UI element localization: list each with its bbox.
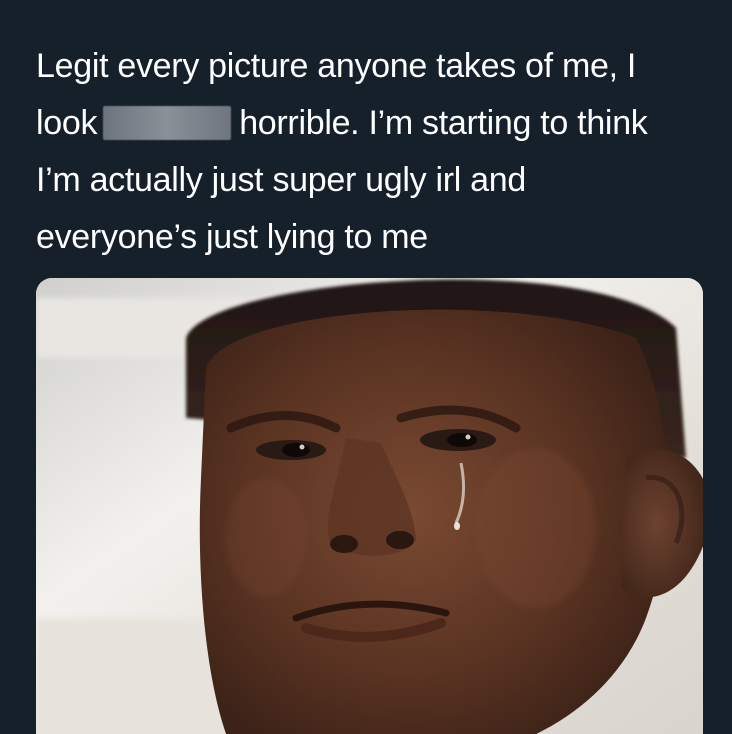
tweet-text: Legit every picture anyone takes of me, …	[36, 38, 716, 266]
tweet-word-look: look	[36, 104, 98, 142]
redaction-bar	[103, 106, 232, 140]
tweet-line-4: everyone’s just lying to me	[36, 218, 428, 256]
tweet-line-3: I’m actually just super ugly irl and	[36, 161, 526, 199]
tweet-line-2-rest: horrible. I’m starting to think	[239, 104, 648, 142]
boy-photo-image	[36, 278, 703, 734]
tweet-line-2: look horrible. I’m starting to think	[36, 95, 716, 152]
tweet-card: Legit every picture anyone takes of me, …	[0, 0, 732, 734]
tweet-line-1: Legit every picture anyone takes of me, …	[36, 47, 637, 85]
tweet-photo[interactable]	[36, 278, 703, 734]
